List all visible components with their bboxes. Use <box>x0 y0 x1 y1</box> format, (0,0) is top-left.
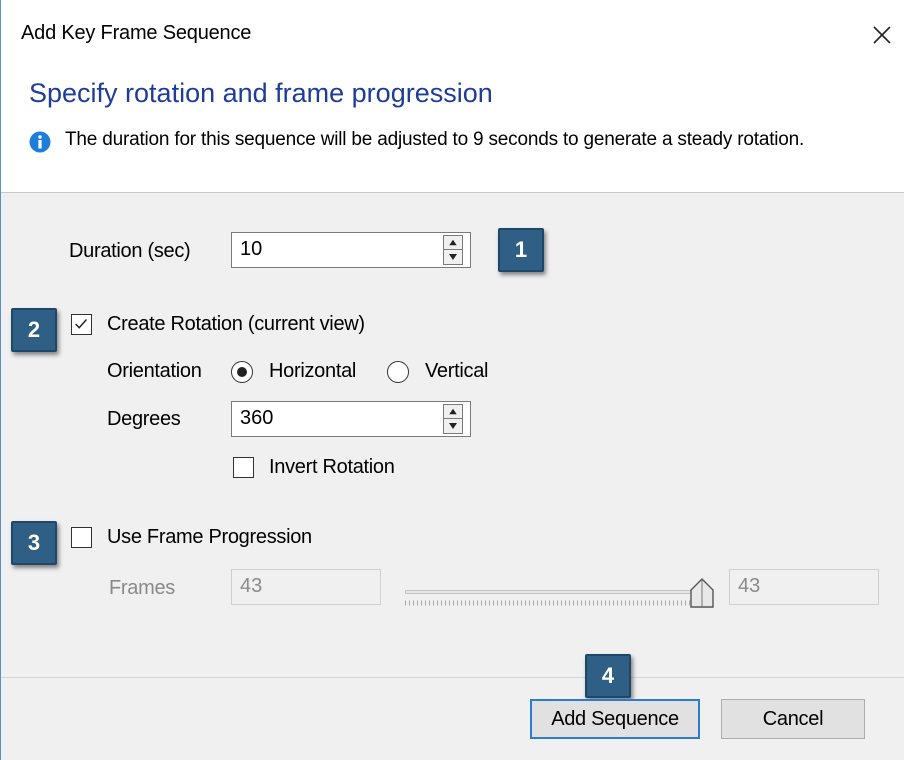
info-message: The duration for this sequence will be a… <box>65 129 805 150</box>
duration-spinner[interactable] <box>443 235 463 265</box>
spinner-up-icon[interactable] <box>444 236 462 250</box>
add-sequence-button[interactable]: Add Sequence <box>530 699 700 739</box>
callout-1: 1 <box>498 228 544 272</box>
radio-vertical-label: Vertical <box>425 360 489 382</box>
invert-rotation-checkbox[interactable] <box>233 457 254 478</box>
radio-vertical[interactable] <box>387 361 409 383</box>
callout-3: 3 <box>11 521 57 565</box>
invert-rotation-label: Invert Rotation <box>269 456 395 478</box>
spinner-up-icon[interactable] <box>444 405 462 419</box>
checkmark-icon <box>75 319 88 329</box>
callout-2: 2 <box>11 308 57 352</box>
duration-label: Duration (sec) <box>69 240 191 262</box>
use-frame-progression-checkbox[interactable] <box>71 527 92 548</box>
frames-slider-track[interactable] <box>405 590 701 594</box>
dialog-window: Add Key Frame Sequence Specify rotation … <box>0 0 904 760</box>
title-bar: Add Key Frame Sequence <box>1 0 904 56</box>
slider-thumb-icon[interactable] <box>689 578 715 608</box>
create-rotation-label: Create Rotation (current view) <box>107 313 365 335</box>
frames-slider-value: 43 <box>729 569 879 605</box>
use-frame-progression-label: Use Frame Progression <box>107 526 312 548</box>
info-icon <box>29 131 51 153</box>
frames-slider-ticks <box>405 600 701 606</box>
orientation-label: Orientation <box>107 360 202 382</box>
dialog-header: Specify rotation and frame progression T… <box>1 56 904 193</box>
radio-horizontal[interactable] <box>231 361 253 383</box>
create-rotation-checkbox[interactable] <box>71 314 92 335</box>
degrees-label: Degrees <box>107 408 181 430</box>
duration-input[interactable]: 10 <box>231 232 471 268</box>
spinner-down-icon[interactable] <box>444 419 462 433</box>
degrees-spinner[interactable] <box>443 404 463 434</box>
cancel-button[interactable]: Cancel <box>721 699 865 739</box>
close-icon[interactable] <box>865 18 899 52</box>
degrees-input[interactable]: 360 <box>231 401 471 437</box>
page-heading: Specify rotation and frame progression <box>29 78 493 108</box>
radio-selected-dot <box>236 366 247 377</box>
callout-4: 4 <box>585 654 631 698</box>
window-title: Add Key Frame Sequence <box>21 22 252 44</box>
frames-label: Frames <box>109 577 175 599</box>
radio-horizontal-label: Horizontal <box>269 360 357 382</box>
footer-divider <box>1 677 904 678</box>
frames-input[interactable]: 43 <box>231 569 381 605</box>
spinner-down-icon[interactable] <box>444 250 462 264</box>
